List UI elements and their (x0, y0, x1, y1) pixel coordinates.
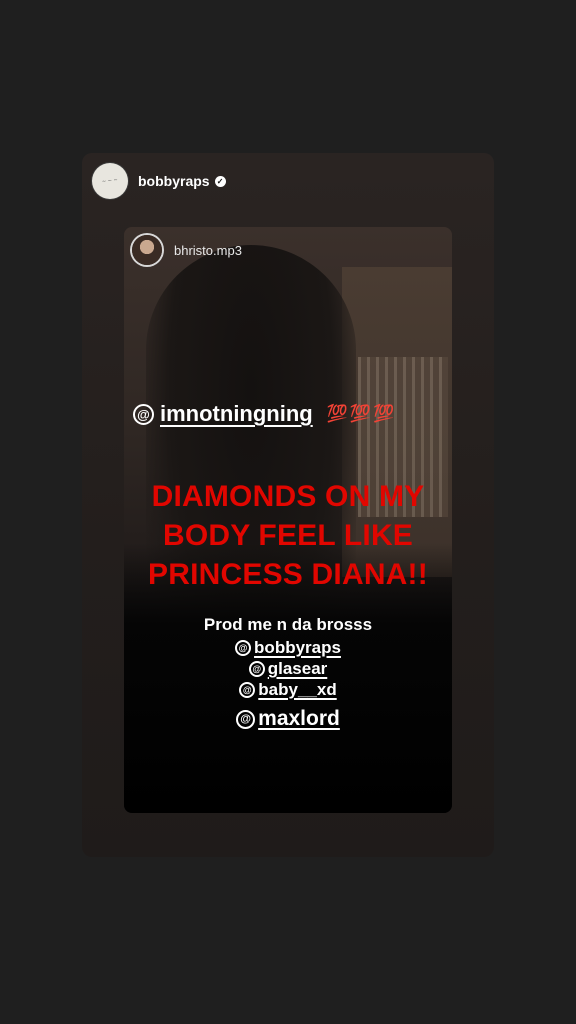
headline-line: BODY FEEL LIKE (162, 519, 414, 552)
headline-line: DIAMONDS ON MY (151, 480, 425, 513)
threads-icon: @ (235, 639, 252, 656)
main-mention-tag[interactable]: @ imnotningning 💯💯💯 (133, 401, 396, 427)
credit-name[interactable]: maxlord (258, 706, 340, 732)
main-mention-name[interactable]: imnotningning (160, 401, 313, 427)
author-avatar[interactable]: ~ ~ ~ (92, 163, 128, 199)
credit-name[interactable]: bobbyraps (254, 637, 341, 658)
headline-line: PRINCESS DIANA!! (148, 558, 428, 591)
threads-icon: @ (236, 709, 256, 729)
prod-text: Prod me n da brosss (203, 615, 373, 634)
credit-mention[interactable]: @ bobbyraps (150, 637, 426, 658)
hundred-points-emoji: 💯💯💯 (326, 404, 397, 423)
credit-mention[interactable]: @ maxlord (150, 706, 426, 732)
threads-icon: @ (239, 681, 256, 698)
credit-name[interactable]: glasear (268, 658, 328, 679)
repost-username[interactable]: bhristo.mp3 (174, 243, 242, 258)
credit-name[interactable]: baby__xd (258, 679, 336, 700)
repost-header: bhristo.mp3 (132, 235, 242, 265)
threads-icon: @ (133, 403, 154, 425)
credit-mention[interactable]: @ baby__xd (150, 679, 426, 700)
repost-avatar[interactable] (132, 235, 162, 265)
avatar-scribble-icon: ~ ~ ~ (101, 177, 119, 185)
author-username[interactable]: bobbyraps (138, 173, 210, 189)
credit-mention[interactable]: @ glasear (150, 658, 426, 679)
author-username-row[interactable]: bobbyraps ✓ (138, 173, 226, 189)
threads-icon: @ (248, 660, 265, 677)
headline-text: DIAMONDS ON MY BODY FEEL LIKE PRINCESS D… (110, 477, 466, 594)
verified-badge-icon: ✓ (214, 175, 226, 187)
credit-list: @ bobbyraps @ glasear @ baby__xd @ maxlo… (150, 637, 426, 732)
story-header: ~ ~ ~ bobbyraps ✓ (92, 163, 226, 199)
